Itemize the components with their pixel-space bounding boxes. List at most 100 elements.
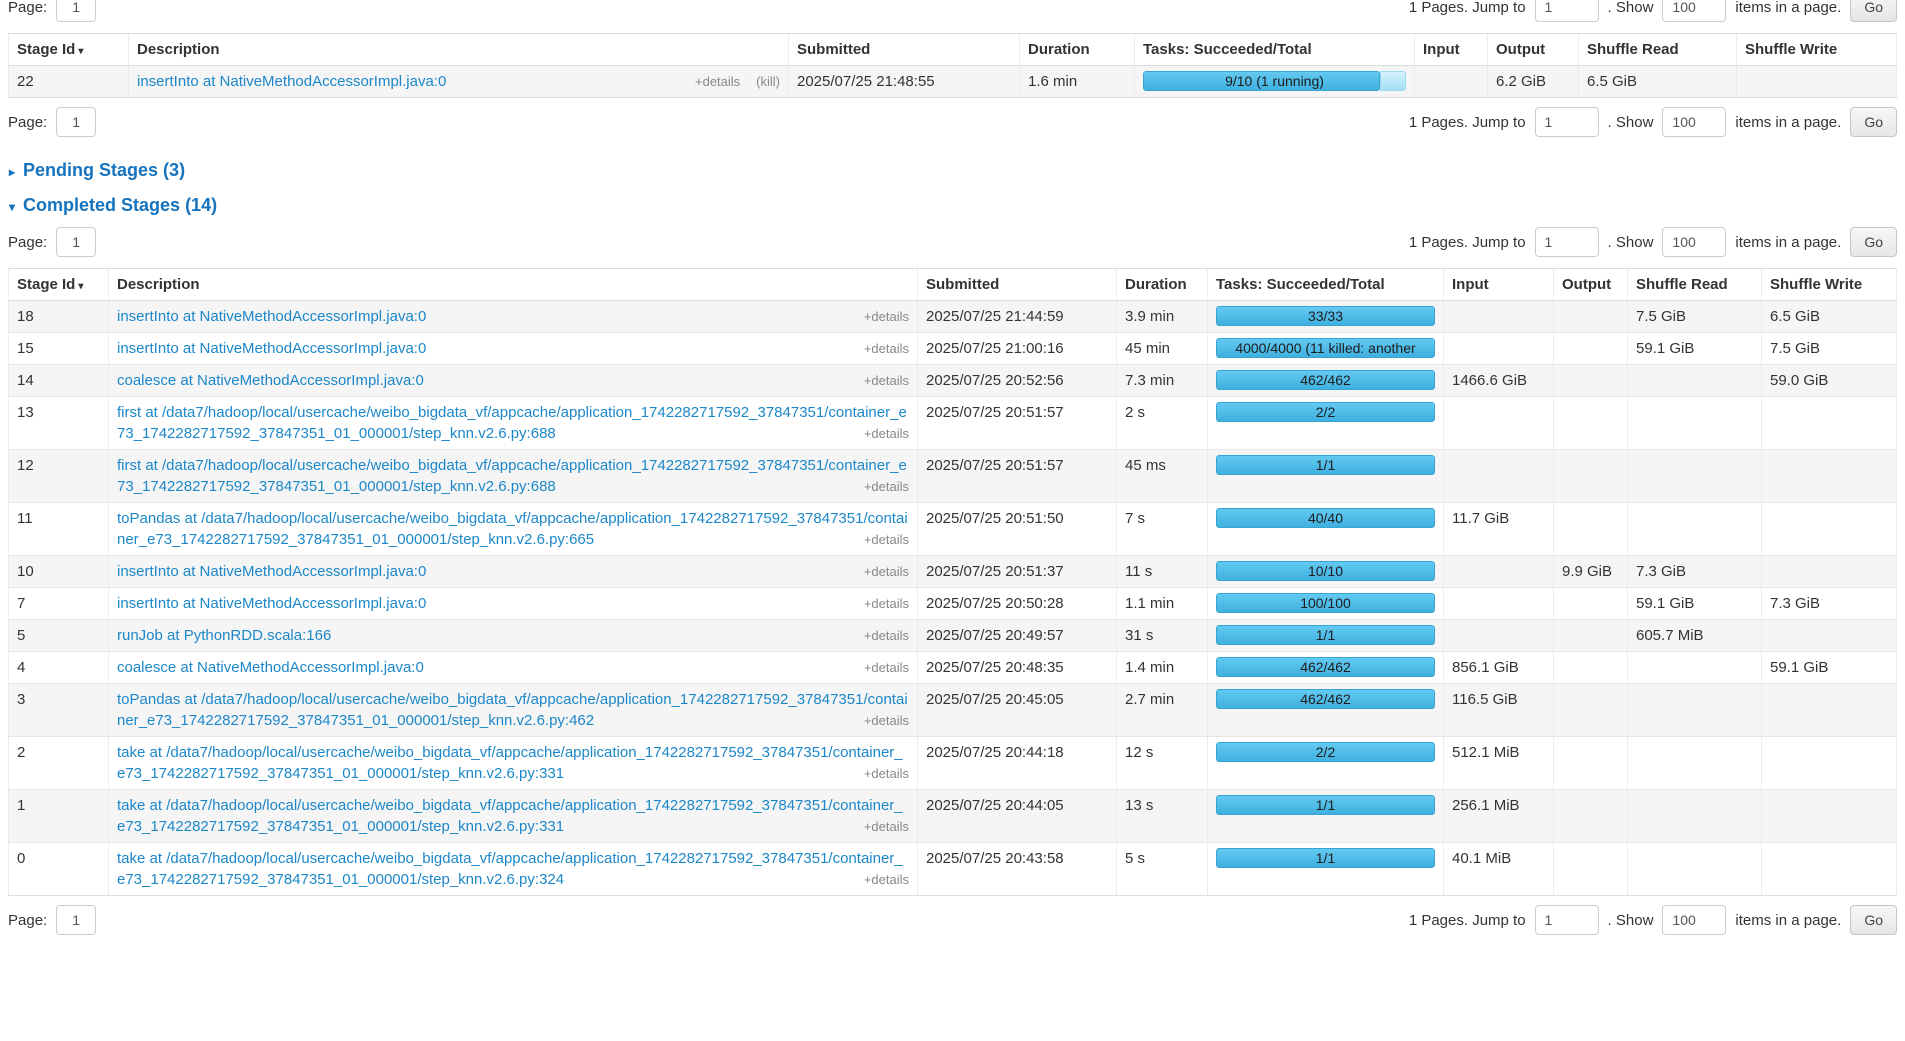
column-header-output[interactable]: Output: [1554, 269, 1628, 301]
duration-cell: 7.3 min: [1117, 365, 1208, 397]
shuffle-write-cell: [1737, 66, 1897, 98]
details-toggle[interactable]: +details: [864, 819, 909, 834]
pages-jump-text: 1 Pages. Jump to: [1409, 912, 1526, 929]
stage-id-cell: 4: [9, 652, 109, 684]
tasks-cell: 1/1: [1208, 790, 1444, 843]
table-row: 15 insertInto at NativeMethodAccessorImp…: [9, 333, 1897, 365]
output-cell: 9.9 GiB: [1554, 556, 1628, 588]
task-progress-bar: 462/462: [1216, 370, 1435, 390]
stage-description-link[interactable]: first at /data7/hadoop/local/usercache/w…: [117, 404, 907, 442]
submitted-cell: 2025/07/25 20:44:18: [918, 737, 1117, 790]
input-cell: 1466.6 GiB: [1444, 365, 1554, 397]
stage-description-link[interactable]: coalesce at NativeMethodAccessorImpl.jav…: [117, 372, 424, 389]
pending-stages-section-toggle[interactable]: ▸ Pending Stages (3): [9, 160, 1905, 181]
jump-to-page-input[interactable]: [1535, 0, 1599, 22]
column-header-tasks[interactable]: Tasks: Succeeded/Total: [1208, 269, 1444, 301]
items-in-page-text: items in a page.: [1735, 0, 1841, 16]
stage-description-link[interactable]: coalesce at NativeMethodAccessorImpl.jav…: [117, 659, 424, 676]
stage-description-link[interactable]: insertInto at NativeMethodAccessorImpl.j…: [117, 340, 426, 357]
stage-description-link[interactable]: insertInto at NativeMethodAccessorImpl.j…: [117, 595, 426, 612]
task-progress-label: 1/1: [1216, 795, 1435, 815]
column-header-stage-id[interactable]: Stage Id▾: [9, 269, 109, 301]
column-header-output[interactable]: Output: [1488, 34, 1579, 66]
submitted-cell: 2025/07/25 20:44:05: [918, 790, 1117, 843]
column-header-duration[interactable]: Duration: [1020, 34, 1135, 66]
column-header-description[interactable]: Description: [129, 34, 789, 66]
input-cell: 256.1 MiB: [1444, 790, 1554, 843]
details-toggle[interactable]: +details: [864, 479, 909, 494]
shuffle-read-cell: [1628, 450, 1762, 503]
details-toggle[interactable]: +details: [864, 532, 909, 547]
column-header-shuffle-read[interactable]: Shuffle Read: [1579, 34, 1737, 66]
submitted-cell: 2025/07/25 20:49:57: [918, 620, 1117, 652]
column-header-submitted[interactable]: Submitted: [918, 269, 1117, 301]
stage-description-link[interactable]: insertInto at NativeMethodAccessorImpl.j…: [137, 73, 446, 90]
items-per-page-input[interactable]: [1662, 905, 1726, 935]
shuffle-read-cell: 7.3 GiB: [1628, 556, 1762, 588]
details-toggle[interactable]: +details: [864, 596, 909, 611]
stage-description-link[interactable]: take at /data7/hadoop/local/usercache/we…: [117, 850, 903, 888]
details-toggle[interactable]: +details: [864, 660, 909, 675]
column-header-tasks[interactable]: Tasks: Succeeded/Total: [1135, 34, 1415, 66]
stage-description-link[interactable]: runJob at PythonRDD.scala:166: [117, 627, 331, 644]
page-number-input[interactable]: [56, 905, 96, 935]
go-button[interactable]: Go: [1850, 0, 1897, 22]
details-toggle[interactable]: +details: [864, 426, 909, 441]
duration-cell: 1.1 min: [1117, 588, 1208, 620]
jump-to-page-input[interactable]: [1535, 107, 1599, 137]
stage-description-link[interactable]: take at /data7/hadoop/local/usercache/we…: [117, 797, 903, 835]
page-number-input[interactable]: [56, 107, 96, 137]
tasks-cell: 2/2: [1208, 737, 1444, 790]
column-header-submitted[interactable]: Submitted: [789, 34, 1020, 66]
input-cell: 11.7 GiB: [1444, 503, 1554, 556]
stage-description-link[interactable]: take at /data7/hadoop/local/usercache/we…: [117, 744, 903, 782]
details-toggle[interactable]: +details: [864, 766, 909, 781]
details-toggle[interactable]: +details: [864, 373, 909, 388]
output-cell: [1554, 365, 1628, 397]
submitted-cell: 2025/07/25 21:48:55: [789, 66, 1020, 98]
column-header-shuffle-write[interactable]: Shuffle Write: [1762, 269, 1897, 301]
description-cell: runJob at PythonRDD.scala:166 +details: [109, 620, 918, 652]
column-header-input[interactable]: Input: [1415, 34, 1488, 66]
shuffle-read-cell: [1628, 737, 1762, 790]
column-header-stage-id[interactable]: Stage Id▾: [9, 34, 129, 66]
stage-description-link[interactable]: toPandas at /data7/hadoop/local/usercach…: [117, 691, 908, 729]
details-toggle[interactable]: +details: [864, 341, 909, 356]
submitted-cell: 2025/07/25 21:00:16: [918, 333, 1117, 365]
column-header-shuffle-write[interactable]: Shuffle Write: [1737, 34, 1897, 66]
details-toggle[interactable]: +details: [864, 628, 909, 643]
jump-to-page-input[interactable]: [1535, 905, 1599, 935]
page-label: Page:: [8, 234, 47, 251]
stage-id-cell: 3: [9, 684, 109, 737]
column-header-description[interactable]: Description: [109, 269, 918, 301]
completed-stages-section-toggle[interactable]: ▾ Completed Stages (14): [9, 195, 1905, 216]
details-toggle[interactable]: +details: [864, 872, 909, 887]
stage-id-cell: 12: [9, 450, 109, 503]
details-toggle[interactable]: +details: [864, 564, 909, 579]
stage-description-link[interactable]: first at /data7/hadoop/local/usercache/w…: [117, 457, 907, 495]
details-toggle[interactable]: +details: [695, 74, 740, 89]
items-per-page-input[interactable]: [1662, 0, 1726, 22]
items-per-page-input[interactable]: [1662, 107, 1726, 137]
go-button[interactable]: Go: [1850, 905, 1897, 935]
go-button[interactable]: Go: [1850, 107, 1897, 137]
jump-to-page-input[interactable]: [1535, 227, 1599, 257]
column-header-input[interactable]: Input: [1444, 269, 1554, 301]
stage-description-link[interactable]: insertInto at NativeMethodAccessorImpl.j…: [117, 308, 426, 325]
tasks-cell: 9/10 (1 running): [1135, 66, 1415, 98]
column-header-shuffle-read[interactable]: Shuffle Read: [1628, 269, 1762, 301]
items-in-page-text: items in a page.: [1735, 114, 1841, 131]
stage-description-link[interactable]: insertInto at NativeMethodAccessorImpl.j…: [117, 563, 426, 580]
page-number-input[interactable]: [56, 0, 96, 22]
column-header-duration[interactable]: Duration: [1117, 269, 1208, 301]
details-toggle[interactable]: +details: [864, 309, 909, 324]
task-progress-label: 1/1: [1216, 848, 1435, 868]
duration-cell: 12 s: [1117, 737, 1208, 790]
items-per-page-input[interactable]: [1662, 227, 1726, 257]
page-number-input[interactable]: [56, 227, 96, 257]
task-progress-bar: 100/100: [1216, 593, 1435, 613]
kill-link[interactable]: (kill): [756, 74, 780, 89]
stage-description-link[interactable]: toPandas at /data7/hadoop/local/usercach…: [117, 510, 908, 548]
details-toggle[interactable]: +details: [864, 713, 909, 728]
go-button[interactable]: Go: [1850, 227, 1897, 257]
